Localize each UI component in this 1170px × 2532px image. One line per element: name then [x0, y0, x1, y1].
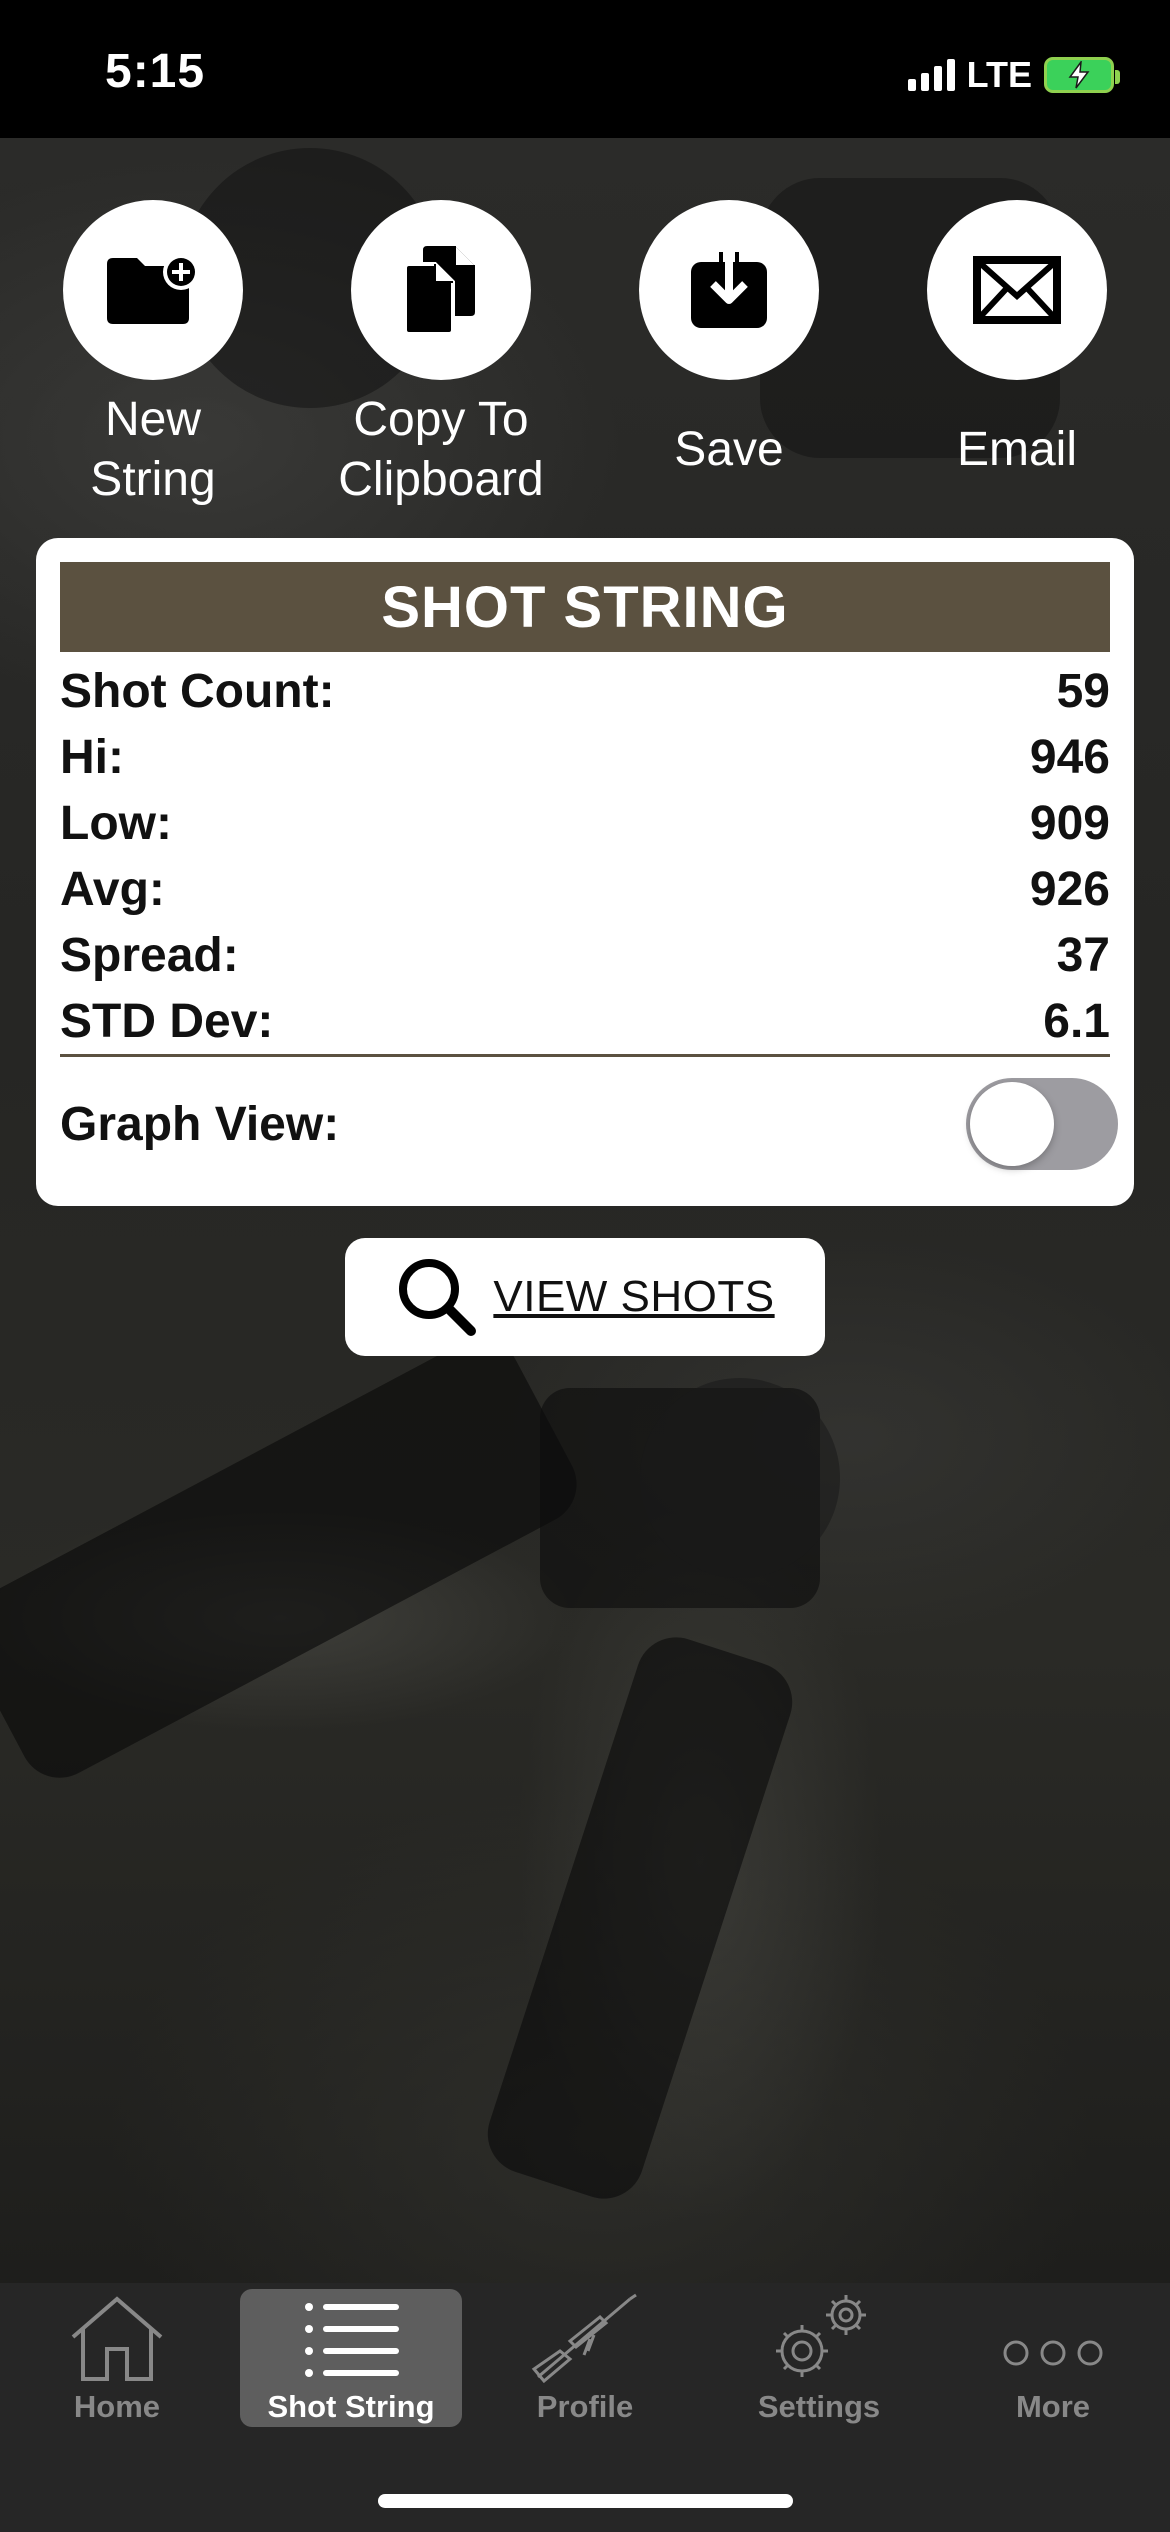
tab-label: Home [73, 2389, 161, 2424]
action-row: New String Copy To Clipboard Save Email [0, 200, 1170, 520]
stat-label: Avg: [60, 862, 165, 916]
email-button[interactable]: Email [892, 200, 1142, 480]
save-circle[interactable] [639, 200, 819, 380]
copy-to-clipboard-button[interactable]: Copy To Clipboard [316, 200, 566, 510]
tab-label: More [1015, 2389, 1091, 2424]
signal-icon [907, 59, 955, 91]
status-bar: 5:15 LTE [0, 0, 1170, 138]
stat-value: 6.1 [1043, 994, 1110, 1048]
email-label: Email [956, 423, 1078, 476]
stat-label: Spread: [60, 928, 239, 982]
stat-value: 59 [1056, 664, 1110, 718]
status-time: 5:15 [105, 45, 206, 98]
shot-string-card: SHOT STRING Shot Count: 59 Hi: 946 Low: … [36, 538, 1134, 1206]
stat-value: 909 [1029, 796, 1110, 850]
status-indicators: LTE [907, 54, 1120, 96]
list-icon [305, 2303, 399, 2377]
stat-value: 946 [1029, 730, 1110, 784]
new-string-button[interactable]: New String [28, 200, 278, 510]
tab-more[interactable]: More [936, 2283, 1170, 2433]
copy-circle[interactable] [351, 200, 531, 380]
new-string-circle[interactable] [63, 200, 243, 380]
stat-value: 37 [1056, 928, 1110, 982]
new-string-label: New String [90, 393, 216, 506]
save-label: Save [674, 423, 784, 476]
stat-label: Hi: [60, 730, 124, 784]
stat-row-hi: Hi: 946 [60, 724, 1110, 790]
tab-label: Settings [757, 2389, 881, 2424]
envelope-icon [973, 256, 1061, 324]
email-circle[interactable] [927, 200, 1107, 380]
divider [60, 1054, 1110, 1057]
folder-plus-icon [107, 254, 199, 324]
stat-label: Shot Count: [60, 664, 335, 718]
graph-view-row: Graph View: [60, 1074, 1118, 1174]
copy-icon [403, 246, 475, 336]
home-indicator[interactable] [378, 2494, 793, 2508]
save-button[interactable]: Save [604, 200, 854, 480]
stat-row-low: Low: 909 [60, 790, 1110, 856]
download-icon [691, 248, 767, 328]
graph-view-label: Graph View: [60, 1097, 340, 1151]
tab-shot-string[interactable]: Shot String [234, 2283, 468, 2433]
tab-label: Shot String [267, 2389, 435, 2424]
rifle-icon [531, 2293, 637, 2383]
home-icon [71, 2296, 163, 2381]
tab-settings[interactable]: Settings [702, 2283, 936, 2433]
stat-label: Low: [60, 796, 172, 850]
search-icon [399, 1259, 477, 1336]
more-icon [1003, 2340, 1103, 2366]
network-type: LTE [966, 54, 1032, 95]
stat-row-shot-count: Shot Count: 59 [60, 658, 1110, 724]
tab-label: Profile [536, 2389, 634, 2424]
stat-row-std-dev: STD Dev: 6.1 [60, 988, 1110, 1054]
tab-home[interactable]: Home [0, 2283, 234, 2433]
stat-row-spread: Spread: 37 [60, 922, 1110, 988]
stat-value: 926 [1029, 862, 1110, 916]
view-shots-label: VIEW SHOTS [493, 1272, 775, 1321]
tab-profile[interactable]: Profile [468, 2283, 702, 2433]
stat-row-avg: Avg: 926 [60, 856, 1110, 922]
card-title: SHOT STRING [60, 562, 1110, 652]
stat-label: STD Dev: [60, 994, 274, 1048]
view-shots-button[interactable]: VIEW SHOTS [345, 1238, 825, 1356]
battery-icon [1044, 57, 1120, 93]
copy-to-clipboard-label: Copy To Clipboard [338, 393, 544, 506]
graph-view-toggle[interactable] [966, 1078, 1118, 1170]
toggle-knob [970, 1082, 1054, 1166]
gears-icon [776, 2295, 866, 2377]
